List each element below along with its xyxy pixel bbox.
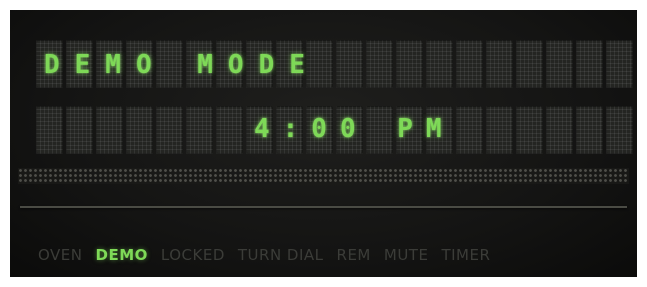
- segment-cell: [455, 40, 483, 88]
- segment-cell: [485, 106, 513, 154]
- segment-cell: [215, 106, 243, 154]
- oven-display-panel: DEMO MODE 4:00 PM OVEN DEMO LOCKED TURN …: [10, 10, 637, 277]
- segment-cell: [485, 40, 513, 88]
- segment-cell: [575, 40, 603, 88]
- segment-cell: [575, 106, 603, 154]
- segment-cell: [155, 106, 183, 154]
- display-divider: [20, 206, 627, 208]
- segment-cell: [125, 106, 153, 154]
- mode-text: DEMO MODE: [44, 50, 320, 80]
- segment-cell: [95, 106, 123, 154]
- segment-cell: [65, 106, 93, 154]
- segment-cell: [185, 106, 213, 154]
- segment-cell: [425, 40, 453, 88]
- segment-cell: [515, 106, 543, 154]
- indicator-mute: MUTE: [383, 246, 429, 264]
- segment-cell: [36, 106, 63, 154]
- segment-cell: [545, 106, 573, 154]
- indicator-turn-dial: TURN DIAL: [237, 246, 324, 264]
- indicator-demo: DEMO: [95, 246, 148, 264]
- segment-cell: [545, 40, 573, 88]
- status-indicator-bar: OVEN DEMO LOCKED TURN DIAL REM MUTE TIME…: [38, 246, 490, 264]
- clock-time: 4:00 PM: [254, 114, 455, 144]
- segment-cell: [455, 106, 483, 154]
- indicator-timer: TIMER: [441, 246, 491, 264]
- segment-cell: [365, 40, 393, 88]
- segment-cell: [605, 106, 633, 154]
- indicator-rem: REM: [336, 246, 371, 264]
- segment-cell: [605, 40, 633, 88]
- segment-cell: [395, 40, 423, 88]
- indicator-locked: LOCKED: [160, 246, 225, 264]
- dot-matrix-strip: [18, 168, 629, 184]
- indicator-oven: OVEN: [38, 246, 83, 264]
- segment-cell: [335, 40, 363, 88]
- segment-cell: [515, 40, 543, 88]
